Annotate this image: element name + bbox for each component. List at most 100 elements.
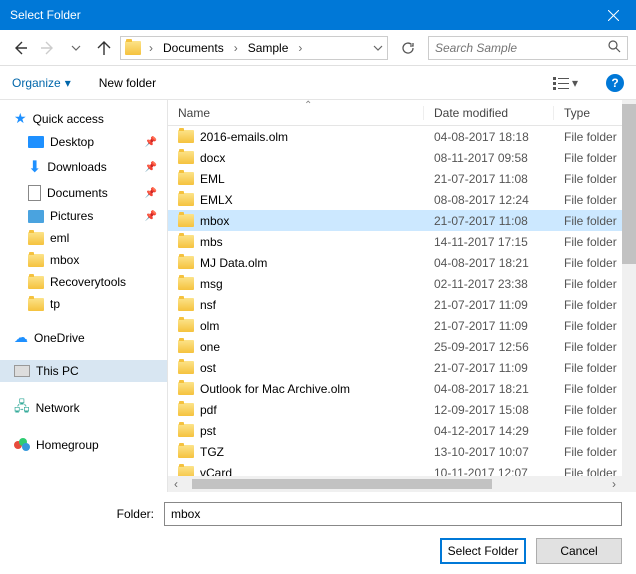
sidebar-quick-access[interactable]: ★ Quick access: [0, 106, 167, 131]
horizontal-scrollbar[interactable]: ‹ ›: [168, 476, 622, 492]
search-box[interactable]: [428, 36, 628, 60]
file-date: 12-09-2017 15:08: [424, 403, 554, 417]
refresh-button[interactable]: [396, 36, 420, 60]
recent-dropdown[interactable]: [64, 36, 88, 60]
sidebar-item-label: eml: [50, 231, 69, 245]
folder-name-input[interactable]: [164, 502, 622, 526]
sidebar-item-label: tp: [50, 297, 60, 311]
refresh-icon: [401, 41, 415, 55]
close-button[interactable]: [591, 0, 636, 30]
folder-icon: [178, 424, 194, 437]
breadcrumb-item-1[interactable]: Sample: [246, 41, 291, 55]
sidebar-label: Quick access: [33, 112, 104, 126]
sidebar-item[interactable]: tp: [0, 293, 167, 315]
file-date: 21-07-2017 11:08: [424, 172, 554, 186]
file-name: docx: [200, 151, 225, 165]
back-button[interactable]: [8, 36, 32, 60]
search-icon: [608, 40, 621, 56]
sidebar-item-label: mbox: [50, 253, 79, 267]
help-button[interactable]: ?: [606, 74, 624, 92]
cloud-icon: ☁: [14, 329, 28, 346]
sidebar-item[interactable]: Recoverytools: [0, 271, 167, 293]
pc-icon: [14, 365, 30, 377]
scrollbar-thumb[interactable]: [192, 479, 492, 489]
folder-icon: [178, 403, 194, 416]
file-row[interactable]: EML21-07-2017 11:08File folder: [168, 168, 636, 189]
sidebar-network[interactable]: 🖧 Network: [0, 392, 167, 424]
folder-icon: [178, 214, 194, 227]
file-row[interactable]: 2016-emails.olm04-08-2017 18:18File fold…: [168, 126, 636, 147]
file-row[interactable]: Outlook for Mac Archive.olm04-08-2017 18…: [168, 378, 636, 399]
sidebar-item[interactable]: Desktop 📌: [0, 131, 167, 153]
folder-icon: [178, 298, 194, 311]
chevron-down-icon: ▾: [572, 76, 578, 90]
scrollbar-thumb[interactable]: [622, 104, 636, 264]
pictures-icon: [28, 210, 44, 223]
file-name: pdf: [200, 403, 217, 417]
file-date: 25-09-2017 12:56: [424, 340, 554, 354]
sidebar-label: OneDrive: [34, 331, 85, 345]
search-input[interactable]: [435, 41, 608, 55]
scroll-left-icon[interactable]: ‹: [168, 477, 184, 491]
folder-icon: [178, 277, 194, 290]
sidebar-onedrive[interactable]: ☁ OneDrive: [0, 325, 167, 350]
file-row[interactable]: mbox21-07-2017 11:08File folder: [168, 210, 636, 231]
sidebar-label: This PC: [36, 364, 79, 378]
organize-button[interactable]: Organize ▾: [12, 76, 71, 90]
file-row[interactable]: vCard10-11-2017 12:07File folder: [168, 462, 636, 476]
sidebar-item[interactable]: mbox: [0, 249, 167, 271]
column-date[interactable]: Date modified: [424, 106, 554, 120]
sidebar-item[interactable]: eml: [0, 227, 167, 249]
window-title: Select Folder: [10, 8, 591, 22]
star-icon: ★: [14, 110, 27, 127]
breadcrumb-item-0[interactable]: Documents: [161, 41, 226, 55]
file-name: mbs: [200, 235, 223, 249]
file-row[interactable]: MJ Data.olm04-08-2017 18:21File folder: [168, 252, 636, 273]
folder-icon: [28, 254, 44, 267]
scroll-right-icon[interactable]: ›: [606, 477, 622, 491]
pin-icon: 📌: [145, 137, 157, 148]
file-row[interactable]: pst04-12-2017 14:29File folder: [168, 420, 636, 441]
file-date: 14-11-2017 17:15: [424, 235, 554, 249]
file-row[interactable]: mbs14-11-2017 17:15File folder: [168, 231, 636, 252]
file-name: pst: [200, 424, 216, 438]
sort-indicator-icon: ⌃: [304, 100, 312, 111]
file-row[interactable]: nsf21-07-2017 11:09File folder: [168, 294, 636, 315]
file-row[interactable]: olm21-07-2017 11:09File folder: [168, 315, 636, 336]
new-folder-button[interactable]: New folder: [99, 76, 156, 90]
sidebar-item[interactable]: Pictures📌: [0, 205, 167, 227]
sidebar-item[interactable]: ⬇Downloads📌: [0, 153, 167, 181]
sidebar-item-label: Downloads: [47, 160, 106, 174]
folder-icon: [178, 466, 194, 476]
view-button[interactable]: ▾: [553, 76, 578, 90]
list-header: Name ⌃ Date modified Type: [168, 100, 636, 126]
file-name: one: [200, 340, 220, 354]
file-row[interactable]: msg02-11-2017 23:38File folder: [168, 273, 636, 294]
file-date: 04-08-2017 18:21: [424, 256, 554, 270]
forward-button[interactable]: [36, 36, 60, 60]
sidebar-item-label: Desktop: [50, 135, 94, 149]
file-date: 13-10-2017 10:07: [424, 445, 554, 459]
chevron-down-icon[interactable]: [373, 43, 383, 53]
folder-icon: [178, 151, 194, 164]
file-row[interactable]: one25-09-2017 12:56File folder: [168, 336, 636, 357]
file-row[interactable]: EMLX08-08-2017 12:24File folder: [168, 189, 636, 210]
documents-icon: [28, 185, 41, 201]
folder-icon: [125, 41, 141, 55]
cancel-button[interactable]: Cancel: [536, 538, 622, 564]
file-date: 08-08-2017 12:24: [424, 193, 554, 207]
column-name[interactable]: Name: [168, 106, 424, 120]
file-name: msg: [200, 277, 223, 291]
file-row[interactable]: pdf12-09-2017 15:08File folder: [168, 399, 636, 420]
address-bar[interactable]: › Documents › Sample ›: [120, 36, 388, 60]
vertical-scrollbar[interactable]: [622, 100, 636, 492]
select-folder-button[interactable]: Select Folder: [440, 538, 526, 564]
up-button[interactable]: [92, 36, 116, 60]
file-row[interactable]: ost21-07-2017 11:09File folder: [168, 357, 636, 378]
sidebar-item[interactable]: Documents📌: [0, 181, 167, 205]
sidebar-this-pc[interactable]: This PC: [0, 360, 167, 382]
pin-icon: 📌: [145, 188, 157, 199]
sidebar-homegroup[interactable]: Homegroup: [0, 434, 167, 456]
file-row[interactable]: TGZ13-10-2017 10:07File folder: [168, 441, 636, 462]
file-row[interactable]: docx08-11-2017 09:58File folder: [168, 147, 636, 168]
